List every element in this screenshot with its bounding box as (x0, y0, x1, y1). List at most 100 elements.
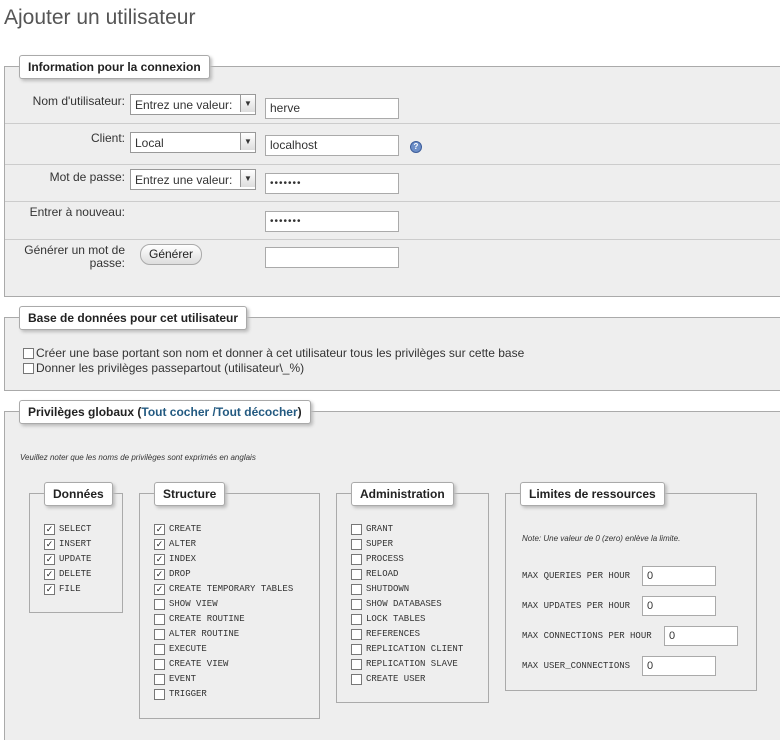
client-input[interactable]: localhost (265, 135, 399, 156)
privilege-label[interactable]: SELECT (59, 524, 91, 534)
privilege-label[interactable]: SHOW DATABASES (366, 599, 442, 609)
privilege-label[interactable]: RELOAD (366, 569, 398, 579)
resource-limits-legend: Limites de ressources (520, 482, 665, 506)
privilege-checkbox[interactable] (154, 689, 165, 700)
password-input[interactable]: ••••••• (265, 173, 399, 194)
resource-limits-group: Limites de ressources Note: Une valeur d… (505, 482, 757, 691)
privilege-checkbox[interactable] (351, 524, 362, 535)
limit-label: MAX QUERIES PER HOUR (522, 571, 631, 581)
client-type-select[interactable]: Local ▼ (130, 132, 256, 153)
privilege-label[interactable]: CREATE VIEW (169, 659, 228, 669)
privilege-label[interactable]: CREATE TEMPORARY TABLES (169, 584, 293, 594)
structure-privileges-legend: Structure (154, 482, 226, 506)
structure-privileges-group: Structure ✓ CREATE ✓ ALTER ✓ INDEX ✓ DROP ✓ CREAT… (139, 482, 320, 719)
privilege-label[interactable]: GRANT (366, 524, 393, 534)
privilege-label[interactable]: CREATE (169, 524, 201, 534)
privilege-checkbox[interactable]: ✓ (154, 569, 165, 580)
create-db-label[interactable]: Créer une base portant son nom et donner… (36, 346, 524, 360)
generate-button[interactable]: Générer (140, 244, 203, 265)
privilege-label[interactable]: REFERENCES (366, 629, 420, 639)
limit-input[interactable]: 0 (642, 596, 716, 616)
privilege-checkbox[interactable] (351, 614, 362, 625)
privilege-checkbox[interactable] (154, 629, 165, 640)
privilege-label[interactable]: EXECUTE (169, 644, 207, 654)
privilege-checkbox[interactable]: ✓ (154, 554, 165, 565)
limit-input[interactable]: 0 (642, 656, 716, 676)
privilege-checkbox[interactable] (351, 554, 362, 565)
privilege-checkbox[interactable] (351, 659, 362, 670)
privilege-label[interactable]: DROP (169, 569, 191, 579)
privilege-checkbox[interactable]: ✓ (154, 539, 165, 550)
limit-label: MAX UPDATES PER HOUR (522, 601, 631, 611)
privilege-checkbox[interactable] (154, 599, 165, 610)
check-all-link[interactable]: Tout cocher (141, 405, 209, 419)
privilege-label[interactable]: FILE (59, 584, 81, 594)
privilege-checkbox[interactable]: ✓ (44, 539, 55, 550)
data-privileges-legend: Données (44, 482, 113, 506)
privilege-label[interactable]: INDEX (169, 554, 196, 564)
privilege-checkbox[interactable]: ✓ (154, 584, 165, 595)
privilege-label[interactable]: EVENT (169, 674, 196, 684)
privilege-label[interactable]: SHOW VIEW (169, 599, 218, 609)
login-info-legend: Information pour la connexion (19, 55, 210, 79)
privilege-checkbox[interactable] (351, 674, 362, 685)
privilege-checkbox[interactable] (154, 644, 165, 655)
username-row: Nom d'utilisateur: Entrez une valeur: ▼ h… (5, 87, 780, 124)
privilege-label[interactable]: TRIGGER (169, 689, 207, 699)
admin-privileges-legend: Administration (351, 482, 454, 506)
retype-password-input[interactable]: ••••••• (265, 211, 399, 232)
privilege-label[interactable]: CREATE USER (366, 674, 425, 684)
help-icon[interactable]: ? (410, 141, 422, 153)
privilege-checkbox[interactable]: ✓ (44, 554, 55, 565)
privilege-label[interactable]: PROCESS (366, 554, 404, 564)
privilege-label[interactable]: SHUTDOWN (366, 584, 409, 594)
global-privileges-legend: Privilèges globaux (Tout cocher /Tout dé… (19, 400, 311, 424)
privilege-label[interactable]: DELETE (59, 569, 91, 579)
chevron-down-icon: ▼ (240, 133, 255, 150)
generated-password-input[interactable] (265, 247, 399, 268)
privilege-checkbox[interactable]: ✓ (44, 584, 55, 595)
privilege-checkbox[interactable]: ✓ (154, 524, 165, 535)
wildcard-db-checkbox[interactable] (23, 363, 34, 374)
privilege-label[interactable]: ALTER (169, 539, 196, 549)
privilege-label[interactable]: INSERT (59, 539, 91, 549)
retype-row: Entrer à nouveau: ••••••• (5, 202, 780, 240)
privilege-checkbox[interactable] (351, 569, 362, 580)
username-type-select[interactable]: Entrez une valeur: ▼ (130, 94, 256, 115)
privilege-checkbox[interactable] (351, 599, 362, 610)
chevron-down-icon: ▼ (240, 95, 255, 112)
limit-label: MAX USER_CONNECTIONS (522, 661, 631, 671)
privilege-checkbox[interactable] (351, 629, 362, 640)
privilege-checkbox[interactable] (154, 614, 165, 625)
login-info-fieldset: Information pour la connexion Nom d'util… (4, 55, 780, 297)
username-input[interactable]: herve (265, 98, 399, 119)
retype-label: Entrer à nouveau: (29, 205, 125, 219)
privilege-checkbox[interactable]: ✓ (44, 524, 55, 535)
create-db-checkbox[interactable] (23, 348, 34, 359)
chevron-down-icon: ▼ (240, 170, 255, 187)
password-row: Mot de passe: Entrez une valeur: ▼ ••••••… (5, 165, 780, 202)
uncheck-all-link[interactable]: Tout décocher (216, 405, 298, 419)
limit-label: MAX CONNECTIONS PER HOUR (522, 631, 652, 641)
password-type-select[interactable]: Entrez une valeur: ▼ (130, 169, 256, 190)
generate-label: Générer un mot de passe: (24, 243, 125, 270)
privilege-label[interactable]: LOCK TABLES (366, 614, 425, 624)
wildcard-db-label[interactable]: Donner les privilèges passepartout (util… (36, 361, 304, 375)
privilege-label[interactable]: ALTER ROUTINE (169, 629, 239, 639)
privilege-label[interactable]: CREATE ROUTINE (169, 614, 245, 624)
privilege-checkbox[interactable] (154, 659, 165, 670)
client-label: Client: (90, 131, 125, 145)
privilege-label[interactable]: REPLICATION CLIENT (366, 644, 463, 654)
privilege-label[interactable]: UPDATE (59, 554, 91, 564)
privilege-checkbox[interactable]: ✓ (44, 569, 55, 580)
privilege-label[interactable]: REPLICATION SLAVE (366, 659, 458, 669)
privilege-label[interactable]: SUPER (366, 539, 393, 549)
privilege-checkbox[interactable] (351, 584, 362, 595)
privilege-checkbox[interactable] (154, 674, 165, 685)
global-privileges-fieldset: Privilèges globaux (Tout cocher /Tout dé… (4, 400, 780, 740)
privilege-checkbox[interactable] (351, 644, 362, 655)
database-fieldset: Base de données pour cet utilisateur Cré… (4, 306, 780, 391)
limit-input[interactable]: 0 (642, 566, 716, 586)
limit-input[interactable]: 0 (664, 626, 738, 646)
privilege-checkbox[interactable] (351, 539, 362, 550)
